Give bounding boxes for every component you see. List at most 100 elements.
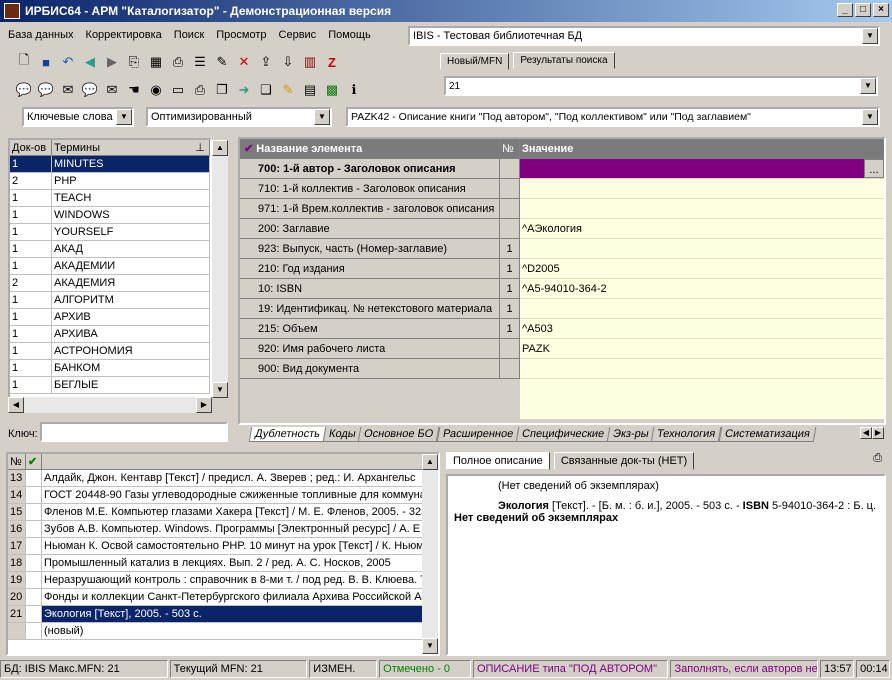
record-check[interactable]	[26, 589, 42, 606]
record-check[interactable]	[26, 470, 42, 487]
minimize-button[interactable]: _	[837, 3, 853, 17]
menu-service[interactable]: Сервис	[279, 29, 317, 41]
hand-icon[interactable]: ☚	[124, 80, 144, 100]
element-value[interactable]: ^A5-94010-364-2	[520, 279, 884, 299]
info-icon[interactable]: ℹ	[344, 80, 364, 100]
print-icon[interactable]: ⎙	[873, 452, 882, 465]
menu-view[interactable]: Просмотр	[216, 29, 266, 41]
editor-row[interactable]: 19: Идентификац. № нетекстового материал…	[240, 299, 884, 319]
worksheet-select[interactable]: PAZK42 - Описание книги "Под автором", "…	[346, 107, 880, 127]
editor-tab[interactable]: Экз-ры	[606, 427, 655, 442]
record-check[interactable]	[26, 606, 42, 623]
editor-row[interactable]: 923: Выпуск, часть (Номер-заглавие) 1	[240, 239, 884, 259]
record-row[interactable]: 21 Экология [Текст], 2005. - 503 с.	[8, 606, 438, 623]
element-value[interactable]: ^A503	[520, 319, 884, 339]
view-icon[interactable]: ◉	[146, 80, 166, 100]
terms-row[interactable]: 1 YOURSELF	[10, 224, 210, 241]
copy-icon[interactable]: ⎘	[124, 52, 144, 72]
record-check[interactable]	[26, 487, 42, 504]
optimize-select[interactable]: Оптимизированный ▼	[146, 107, 332, 127]
editor-tab[interactable]: Систематизация	[718, 427, 816, 442]
editor-col-num[interactable]: №	[500, 139, 520, 159]
editor-col-value[interactable]: Значение	[520, 139, 884, 159]
editor-row[interactable]: 10: ISBN 1 ^A5-94010-364-2	[240, 279, 884, 299]
element-value[interactable]	[520, 299, 884, 319]
element-value[interactable]: ...	[520, 159, 884, 179]
message-icon[interactable]: ✉	[102, 80, 122, 100]
chevron-down-icon[interactable]: ▼	[862, 109, 878, 125]
tab-new-mfn[interactable]: Новый/MFN	[440, 53, 510, 70]
element-value[interactable]: ^AЭкология	[520, 219, 884, 239]
editor-tab[interactable]: Основное БО	[358, 427, 440, 442]
sheet-icon[interactable]: ▤	[300, 80, 320, 100]
z-icon[interactable]: Z	[322, 52, 342, 72]
comment-edit-icon[interactable]: 💬	[36, 80, 56, 100]
element-value[interactable]	[520, 359, 884, 379]
mfn-input[interactable]: 21 ▼	[444, 76, 878, 96]
menu-database[interactable]: База данных	[8, 29, 74, 41]
record-check[interactable]	[26, 504, 42, 521]
delete-icon[interactable]: ✕	[234, 52, 254, 72]
editor-tab[interactable]: Дублетность	[248, 427, 327, 442]
database-select[interactable]: IBIS - Тестовая библиотечная БД ▼	[408, 26, 880, 46]
record-row[interactable]: 18 Промышленный катализ в лекциях. Вып. 2…	[8, 555, 438, 572]
terms-row[interactable]: 1 АРХИВА	[10, 326, 210, 343]
save-icon[interactable]: ■	[36, 52, 56, 72]
element-value[interactable]	[520, 239, 884, 259]
more-button[interactable]: ...	[864, 159, 884, 178]
export-icon[interactable]: ⇪	[256, 52, 276, 72]
menu-edit[interactable]: Корректировка	[86, 29, 162, 41]
menu-search[interactable]: Поиск	[174, 29, 204, 41]
record-check[interactable]	[26, 572, 42, 589]
books-icon[interactable]: ▥	[300, 52, 320, 72]
element-value[interactable]	[520, 179, 884, 199]
editor-row[interactable]: 700: 1-й автор - Заголовок описания...	[240, 159, 884, 179]
editor-row[interactable]: 920: Имя рабочего листа PAZK	[240, 339, 884, 359]
chat-icon[interactable]: 💬	[80, 80, 100, 100]
record-row[interactable]: 19 Неразрушающий контроль : справочник в …	[8, 572, 438, 589]
close-button[interactable]: ×	[873, 3, 889, 17]
record-row[interactable]: 15 Фленов М.Е. Компьютер глазами Хакера […	[8, 504, 438, 521]
check-icon[interactable]: ✔	[26, 454, 42, 470]
undo-icon[interactable]: ↶	[58, 52, 78, 72]
record-check[interactable]	[26, 538, 42, 555]
editor-tab[interactable]: Расширенное	[436, 427, 520, 442]
terms-row[interactable]: 1 БАНКОМ	[10, 360, 210, 377]
record-row[interactable]: 16 Зубов А.В. Компьютер. Windows. Програм…	[8, 521, 438, 538]
editor-tab-scroll[interactable]: ◀ ▶	[860, 427, 884, 439]
comment-icon[interactable]: 💬	[14, 80, 34, 100]
key-input[interactable]	[40, 422, 228, 442]
element-value[interactable]: PAZK	[520, 339, 884, 359]
mail-icon[interactable]: ✉	[58, 80, 78, 100]
chevron-down-icon[interactable]: ▼	[860, 78, 876, 94]
record-row[interactable]: (новый)	[8, 623, 438, 640]
editor-tab[interactable]: Коды	[322, 427, 362, 442]
tab-search-results[interactable]: Результаты поиска	[513, 52, 615, 69]
tab-linked-docs[interactable]: Связанные док-ты (НЕТ)	[553, 452, 695, 470]
terms-row[interactable]: 1 TEACH	[10, 190, 210, 207]
records-col-num[interactable]: №	[8, 454, 26, 470]
grid-icon[interactable]: ▦	[146, 52, 166, 72]
chevron-down-icon[interactable]: ▼	[116, 109, 132, 125]
record-row[interactable]: 14 ГОСТ 20448-90 Газы углеводородные сжиж…	[8, 487, 438, 504]
terms-row[interactable]: 1 MINUTES	[10, 156, 210, 173]
printer-icon[interactable]: ⎙	[190, 80, 210, 100]
docs-icon[interactable]: ❏	[256, 80, 276, 100]
record-row[interactable]: 13 Алдайк, Джон. Кентавр [Текст] / предис…	[8, 470, 438, 487]
terms-row[interactable]: 1 АКАДЕМИИ	[10, 258, 210, 275]
editor-col-name[interactable]: ✔ Название элемента	[240, 139, 500, 159]
terms-row[interactable]: 1 АКАД	[10, 241, 210, 258]
pin-icon[interactable]: ⊥	[195, 140, 205, 156]
tab-full-desc[interactable]: Полное описание	[446, 452, 550, 470]
arrow-page-icon[interactable]: ➜	[234, 80, 254, 100]
element-value[interactable]	[520, 199, 884, 219]
record-check[interactable]	[26, 521, 42, 538]
record-check[interactable]	[26, 555, 42, 572]
import-icon[interactable]: ⇩	[278, 52, 298, 72]
terms-row[interactable]: 2 PHP	[10, 173, 210, 190]
editor-row[interactable]: 900: Вид документа	[240, 359, 884, 379]
record-row[interactable]: 17 Ньюман К. Освой самостоятельно PHP. 10…	[8, 538, 438, 555]
chevron-down-icon[interactable]: ▼	[314, 109, 330, 125]
records-scrollbar[interactable]: ▲ ▼	[422, 454, 438, 654]
editor-row[interactable]: 710: 1-й коллектив - Заголовок описания	[240, 179, 884, 199]
